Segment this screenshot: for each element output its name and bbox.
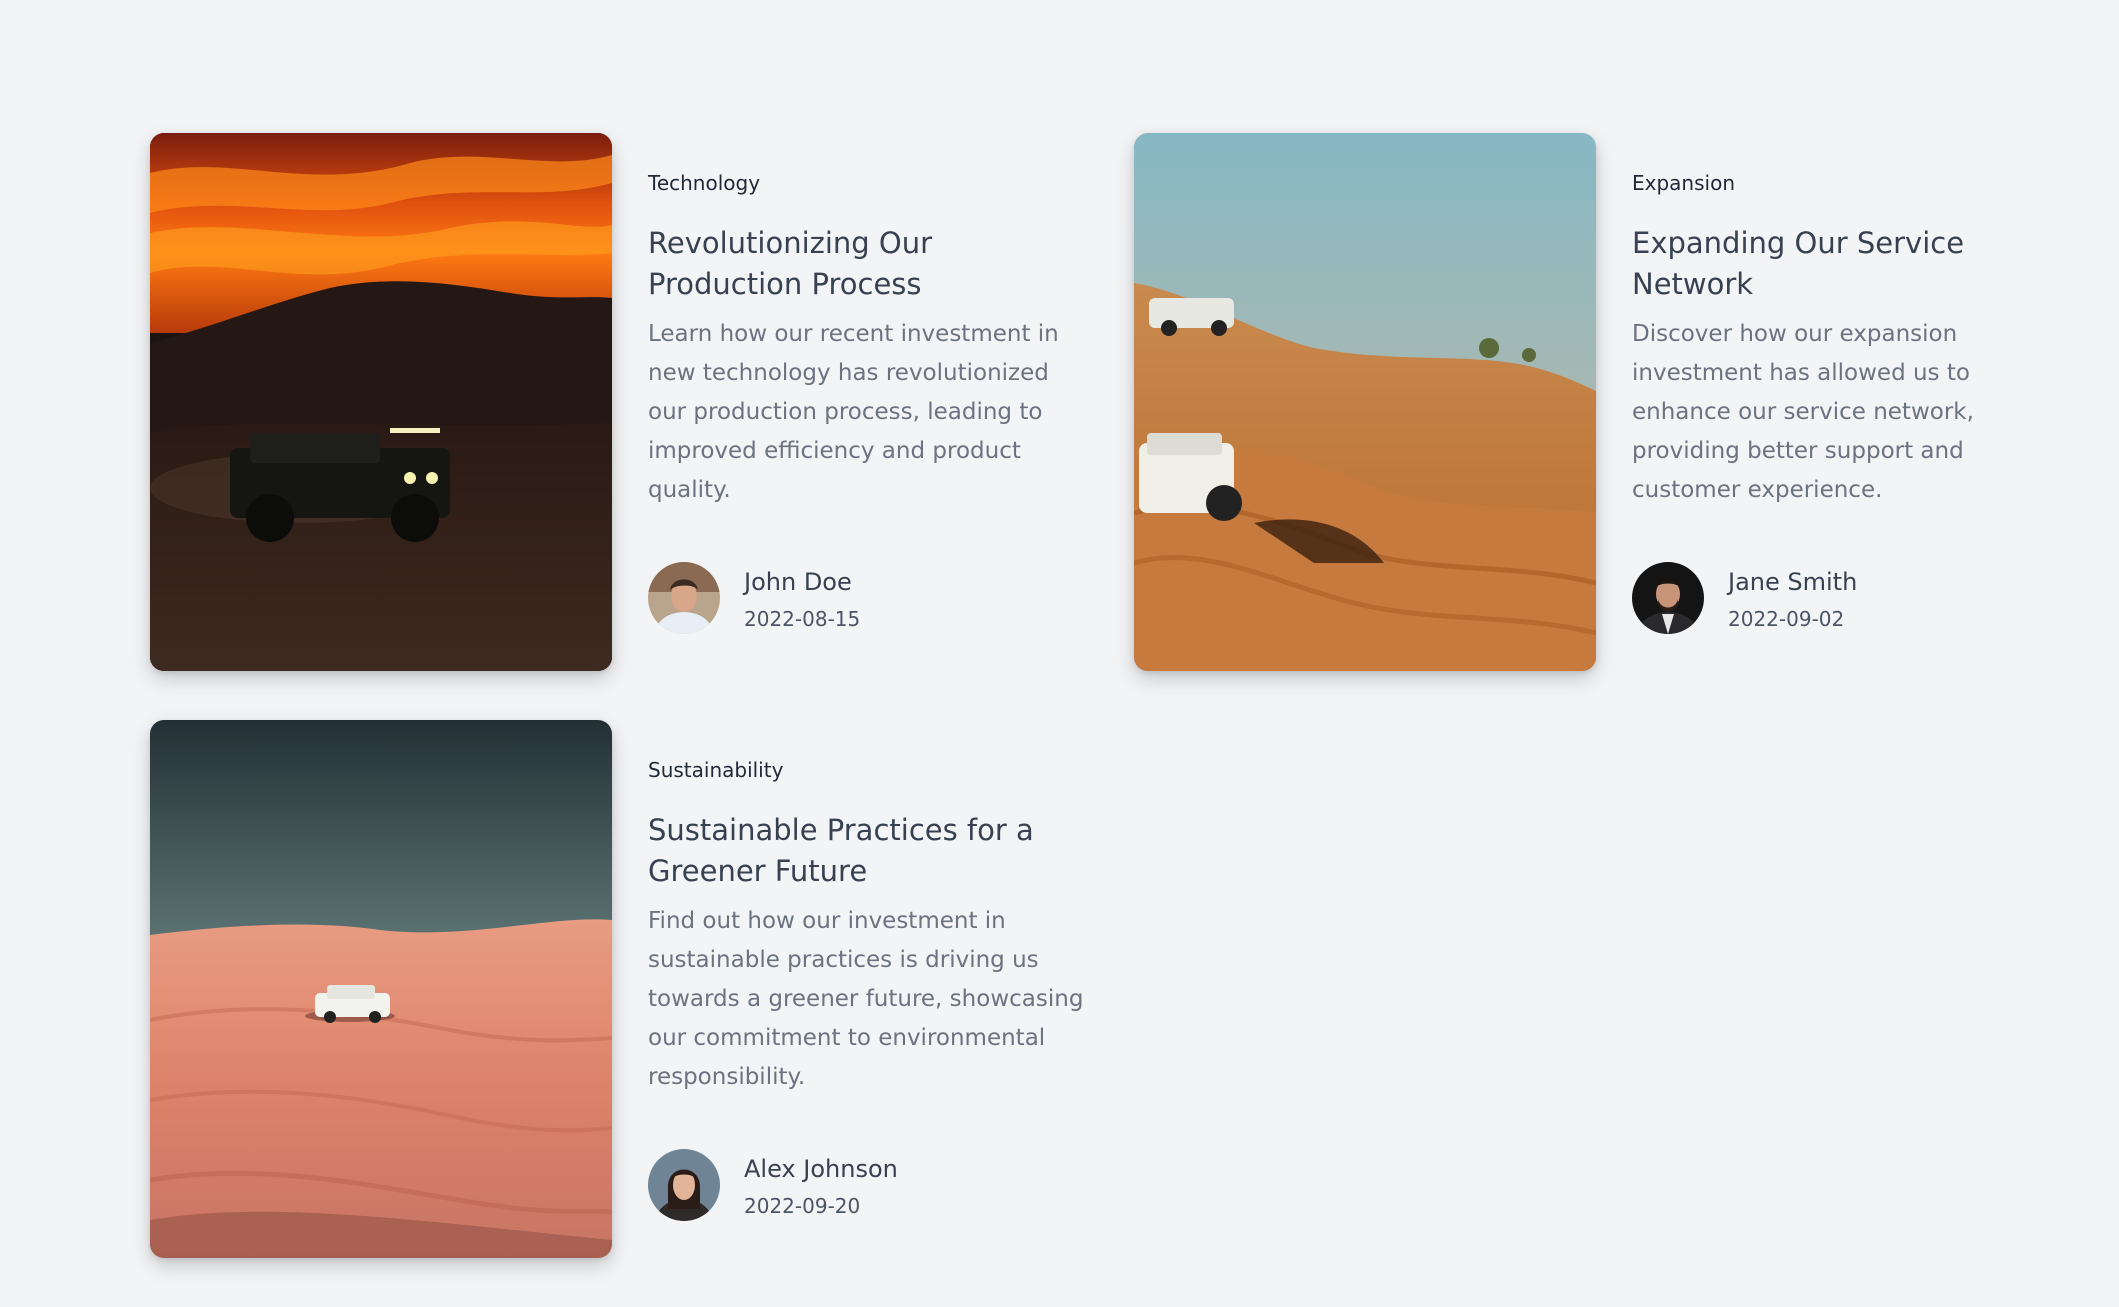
post-image-pink-desert-suv[interactable] bbox=[150, 720, 612, 1258]
post-author: John Doe 2022-08-15 bbox=[648, 562, 1088, 636]
post-category[interactable]: Sustainability bbox=[648, 756, 1088, 784]
author-name: Alex Johnson bbox=[744, 1155, 898, 1183]
post-excerpt: Find out how our investment in sustainab… bbox=[648, 908, 1084, 1090]
author-avatar bbox=[648, 562, 720, 634]
author-name: Jane Smith bbox=[1728, 568, 1858, 596]
post-content: Sustainability Sustainable Practices for… bbox=[648, 756, 1088, 1097]
post-excerpt: Discover how our expansion investment ha… bbox=[1632, 321, 1974, 503]
blog-post-card[interactable]: Sustainability Sustainable Practices for… bbox=[150, 720, 1135, 1260]
post-category[interactable]: Technology bbox=[648, 169, 1088, 197]
post-category[interactable]: Expansion bbox=[1632, 169, 2072, 197]
post-date: 2022-09-20 bbox=[744, 1194, 861, 1218]
post-image-desert-dunes-suv[interactable] bbox=[1134, 133, 1596, 671]
post-content: Expansion Expanding Our Service Network … bbox=[1632, 169, 2072, 510]
blog-post-card[interactable]: Technology Revolutionizing Our Productio… bbox=[150, 133, 1135, 673]
post-author: Alex Johnson 2022-09-20 bbox=[648, 1149, 1088, 1223]
post-author: Jane Smith 2022-09-02 bbox=[1632, 562, 2072, 636]
post-date: 2022-09-02 bbox=[1728, 607, 1845, 631]
author-avatar bbox=[1632, 562, 1704, 634]
post-title[interactable]: Expanding Our Service Network bbox=[1632, 223, 2072, 305]
author-name: John Doe bbox=[744, 568, 852, 596]
author-avatar bbox=[648, 1149, 720, 1221]
post-title[interactable]: Revolutionizing Our Production Process bbox=[648, 223, 1088, 305]
post-title[interactable]: Sustainable Practices for a Greener Futu… bbox=[648, 810, 1088, 892]
blog-post-card[interactable]: Expansion Expanding Our Service Network … bbox=[1134, 133, 2119, 673]
post-content: Technology Revolutionizing Our Productio… bbox=[648, 169, 1088, 510]
post-image-desert-sunset-jeep[interactable] bbox=[150, 133, 612, 671]
post-excerpt: Learn how our recent investment in new t… bbox=[648, 321, 1059, 503]
post-date: 2022-08-15 bbox=[744, 607, 861, 631]
